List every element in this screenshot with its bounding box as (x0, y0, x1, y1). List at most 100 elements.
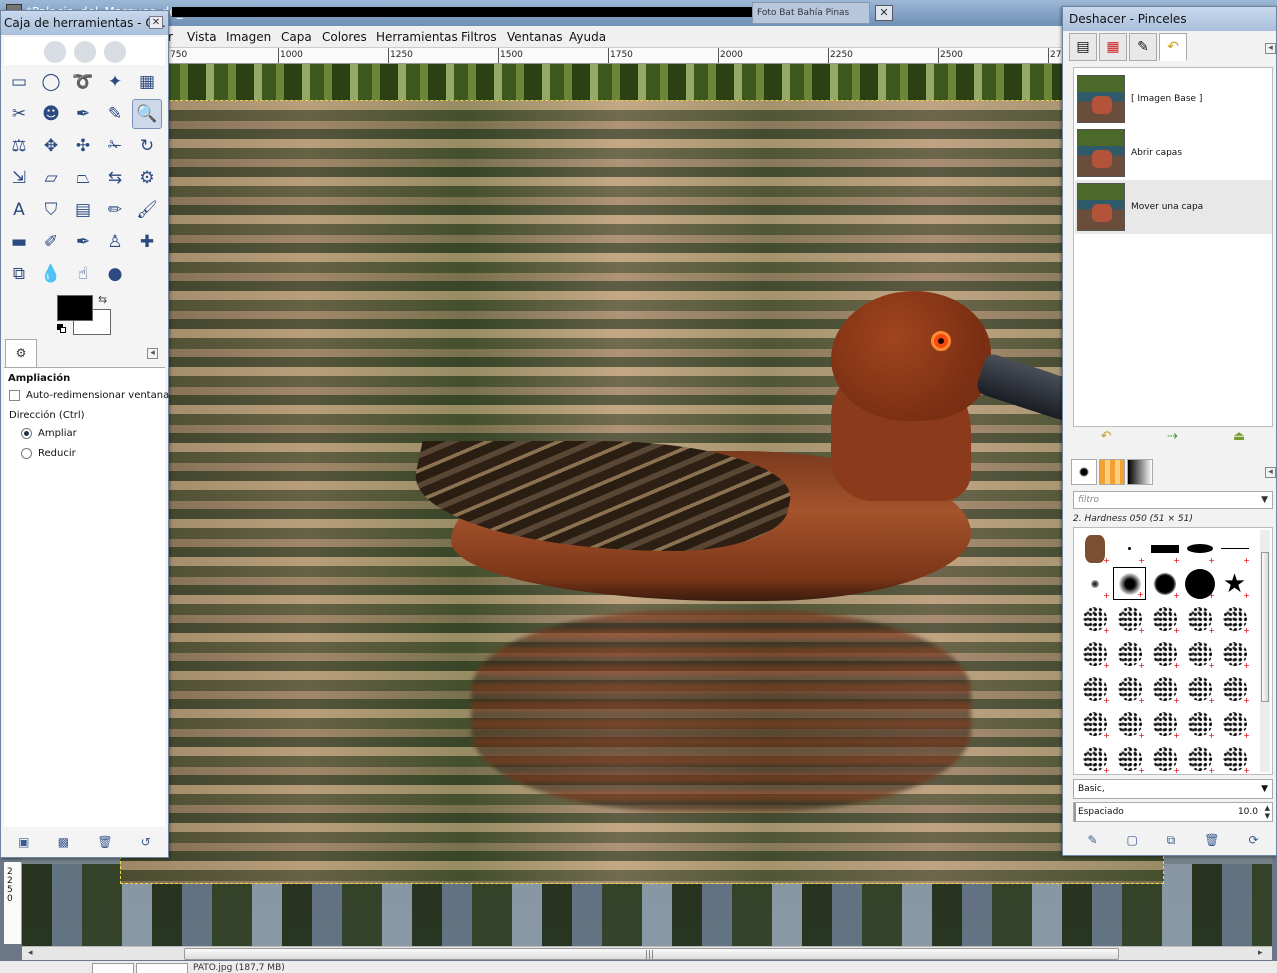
rect-select-icon[interactable]: ▭ (4, 67, 34, 97)
tab-layers[interactable]: ▤ (1069, 33, 1097, 61)
soft-small-brush-icon[interactable]: + (1078, 567, 1111, 600)
history-item[interactable]: [ Imagen Base ] (1075, 72, 1272, 126)
paintbrush-icon[interactable]: 🖌 (132, 195, 162, 225)
menu-vista[interactable]: Vista (187, 30, 217, 44)
swap-colors-icon[interactable]: ⇆ (98, 293, 107, 306)
menu-capa[interactable]: Capa (281, 30, 312, 44)
move-icon[interactable]: ✥ (36, 131, 66, 161)
text-icon[interactable]: A (4, 195, 34, 225)
fuzzy-select-icon[interactable]: ✦ (100, 67, 130, 97)
splatter-brush-icon[interactable]: + (1148, 602, 1181, 635)
blend-icon[interactable]: ▤ (68, 195, 98, 225)
tab-channels[interactable]: ▦ (1099, 33, 1127, 61)
menu-imagen[interactable]: Imagen (226, 30, 271, 44)
hardness-075-brush-icon[interactable]: + (1148, 567, 1181, 600)
vertical-ruler[interactable]: 2250 (4, 862, 22, 944)
restore-icon[interactable]: ▩ (58, 835, 69, 849)
star-brush-icon[interactable]: ★ + (1218, 567, 1251, 600)
horizontal-scrollbar[interactable]: ◂ ||| ▸ (22, 946, 1272, 960)
scissors-icon[interactable]: ✂ (4, 99, 34, 129)
duplicate-brush-icon[interactable]: ⧉ (1167, 833, 1176, 848)
chalk-brush-icon[interactable]: + (1113, 742, 1146, 774)
scale-icon[interactable]: ⇲ (4, 163, 34, 193)
scroll-right-icon[interactable]: ▸ (1258, 948, 1263, 958)
zoom-out-radio[interactable] (21, 448, 32, 459)
new-brush-icon[interactable]: ▢ (1126, 833, 1137, 847)
perspective-clone-icon[interactable]: ⧉ (4, 259, 34, 289)
save-icon[interactable]: ▣ (18, 835, 29, 849)
reset-icon[interactable]: ↺ (141, 835, 151, 849)
menu-colores[interactable]: Colores (322, 30, 367, 44)
brush-filter-combo[interactable]: filtro ▼ (1073, 491, 1273, 509)
splatter-brush-icon[interactable]: + (1113, 602, 1146, 635)
zoom-in-option[interactable]: Ampliar (21, 428, 77, 439)
grunge-brush-icon[interactable]: + (1113, 707, 1146, 740)
heal-icon[interactable]: ✚ (132, 227, 162, 257)
eraser-icon[interactable]: ▬ (4, 227, 34, 257)
tab-gradients[interactable] (1127, 459, 1153, 485)
history-item[interactable]: Abrir capas (1075, 126, 1272, 180)
delete-icon[interactable]: 🗑 (1204, 833, 1219, 847)
close-icon[interactable]: ✕ (149, 16, 163, 29)
chalk-brush-icon[interactable]: + (1218, 742, 1251, 774)
zoom-icon[interactable]: 🔍 (132, 99, 162, 129)
rotate-icon[interactable]: ↻ (132, 131, 162, 161)
default-colors-icon[interactable] (57, 324, 67, 334)
line-brush-icon[interactable]: + (1218, 532, 1251, 565)
spacing-slider[interactable]: Espaciado 10.0 ▲ ▼ (1073, 802, 1273, 822)
foreground-select-icon[interactable]: ☻ (36, 99, 66, 129)
menu-filtros[interactable]: Filtros (461, 30, 497, 44)
texture-brush-icon[interactable]: + (1183, 672, 1216, 705)
clear-history-icon[interactable]: ⏏ (1233, 429, 1245, 449)
scatter-brush-icon[interactable]: + (1218, 637, 1251, 670)
tab-undo-history[interactable]: ↶ (1159, 33, 1187, 61)
pencil-icon[interactable]: ✏ (100, 195, 130, 225)
hardness-050-brush-icon[interactable]: + (1113, 567, 1146, 600)
chevron-down-icon[interactable]: ▼ (1261, 784, 1268, 794)
unit-selector[interactable] (136, 963, 188, 973)
tab-brushes[interactable] (1071, 459, 1097, 485)
hardness-100-brush-icon[interactable]: + (1183, 567, 1216, 600)
tool-options-tab[interactable]: ⚙ (5, 339, 37, 367)
splatter-brush-icon[interactable]: + (1183, 602, 1216, 635)
toolbox-titlebar[interactable]: Caja de herramientas - O... ✕ (1, 11, 168, 35)
crop-icon[interactable]: ✁ (100, 131, 130, 161)
spinner-arrows-icon[interactable]: ▲ ▼ (1265, 804, 1270, 820)
color-picker-icon[interactable]: ✎ (100, 99, 130, 129)
chalk-brush-icon[interactable]: + (1148, 742, 1181, 774)
align-icon[interactable]: ✣ (68, 131, 98, 161)
tab-paths[interactable]: ✎ (1129, 33, 1157, 61)
color-select-icon[interactable]: ▦ (132, 67, 162, 97)
splatter-brush-icon[interactable]: + (1218, 602, 1251, 635)
grunge-brush-icon[interactable]: + (1148, 707, 1181, 740)
shear-icon[interactable]: ▱ (36, 163, 66, 193)
pepper-brush-icon[interactable]: + (1078, 532, 1111, 565)
free-select-icon[interactable]: ➰ (68, 67, 98, 97)
texture-brush-icon[interactable]: + (1148, 672, 1181, 705)
tab-patterns[interactable] (1099, 459, 1125, 485)
horizontal-scroll-thumb[interactable]: ||| (184, 948, 1119, 960)
menu-ayuda[interactable]: Ayuda (569, 30, 606, 44)
wilber-drop-area[interactable] (4, 37, 165, 65)
paths-icon[interactable]: ✒ (68, 99, 98, 129)
clone-icon[interactable]: ♙ (100, 227, 130, 257)
menu-herramientas[interactable]: Herramientas (376, 30, 458, 44)
flip-icon[interactable]: ⇆ (100, 163, 130, 193)
delete-icon[interactable]: 🗑 (97, 835, 112, 849)
measure-icon[interactable]: ⚖ (4, 131, 34, 161)
grunge-brush-icon[interactable]: + (1078, 707, 1111, 740)
texture-brush-icon[interactable]: + (1113, 672, 1146, 705)
ink-icon[interactable]: ✒ (68, 227, 98, 257)
redo-icon[interactable]: ⇢ (1167, 429, 1178, 449)
scatter-brush-icon[interactable]: + (1148, 637, 1181, 670)
smudge-icon[interactable]: ☝ (68, 259, 98, 289)
foreground-color-swatch[interactable] (57, 295, 93, 321)
undo-icon[interactable]: ↶ (1101, 429, 1112, 449)
grunge-brush-icon[interactable]: + (1218, 707, 1251, 740)
dock-titlebar[interactable]: Deshacer - Pinceles (1063, 7, 1276, 31)
ellipse-select-icon[interactable]: ◯ (36, 67, 66, 97)
tab-menu-icon[interactable]: ◂ (1265, 43, 1276, 54)
texture-brush-icon[interactable]: + (1078, 672, 1111, 705)
grunge-brush-icon[interactable]: + (1183, 707, 1216, 740)
taskbar-tab[interactable]: Foto Bat Bahía Pinas (752, 2, 870, 24)
